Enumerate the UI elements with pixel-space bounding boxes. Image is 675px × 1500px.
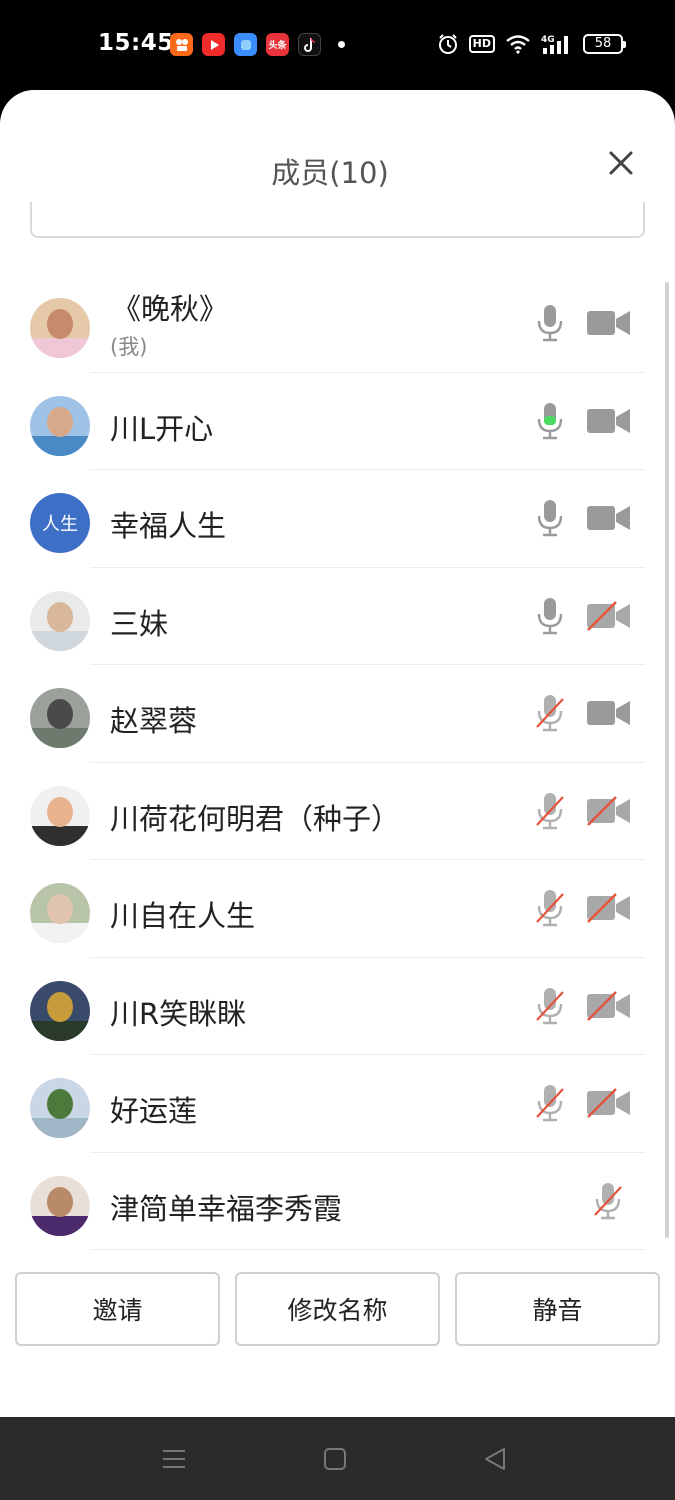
member-row[interactable]: 川荷花何明君（种子） xyxy=(0,763,675,860)
mute-all-button[interactable]: 静音 xyxy=(455,1272,660,1346)
menu-nav-button[interactable] xyxy=(160,1445,188,1473)
status-bar: 15:45 头条 HD 4G 58 xyxy=(0,0,675,90)
mic-muted-icon[interactable] xyxy=(533,888,567,928)
mic-icon[interactable] xyxy=(533,498,567,538)
tiktok-icon xyxy=(298,33,321,56)
member-name: 川荷花何明君（种子） xyxy=(110,801,401,836)
camera-icon[interactable] xyxy=(586,406,632,436)
avatar xyxy=(30,688,90,748)
members-sheet: 成员(10) 《晚秋》 (我) 川L开心人生 幸福人生 三妹 赵翠蓉 川荷花何明君（… xyxy=(0,90,675,1417)
invite-button[interactable]: 邀请 xyxy=(15,1272,220,1346)
mic-muted-icon[interactable] xyxy=(533,986,567,1026)
member-row[interactable]: 《晚秋》 (我) xyxy=(0,275,675,373)
back-nav-button[interactable] xyxy=(482,1445,510,1473)
member-name: 好运莲 xyxy=(110,1094,198,1128)
member-row[interactable]: 赵翠蓉 xyxy=(0,665,675,763)
member-list: 《晚秋》 (我) 川L开心人生 幸福人生 三妹 赵翠蓉 川荷花何明君（种子） 川自在… xyxy=(0,275,675,1250)
home-nav-button[interactable] xyxy=(321,1445,349,1473)
mic-muted-icon[interactable] xyxy=(591,1181,625,1221)
member-row[interactable]: 人生 幸福人生 xyxy=(0,470,675,568)
avatar xyxy=(30,395,90,456)
camera-off-icon[interactable] xyxy=(586,795,632,826)
close-icon xyxy=(609,151,633,175)
mic-muted-icon[interactable] xyxy=(533,693,567,733)
avatar xyxy=(30,298,90,358)
member-name: 川R笑眯眯 xyxy=(110,996,247,1031)
home-icon xyxy=(324,1448,346,1470)
member-row[interactable]: 川自在人生 xyxy=(0,860,675,958)
member-name: 川自在人生 xyxy=(110,899,256,933)
avatar xyxy=(30,590,90,651)
kuaishou-icon xyxy=(170,33,193,56)
member-self-label: (我) xyxy=(110,335,148,359)
scrollbar[interactable] xyxy=(665,282,669,1238)
back-icon xyxy=(485,1448,505,1470)
camera-off-icon[interactable] xyxy=(586,893,632,923)
camera-off-icon[interactable] xyxy=(586,990,632,1021)
avatar xyxy=(30,883,90,943)
avatar xyxy=(30,1078,90,1138)
member-row[interactable]: 川R笑眯眯 xyxy=(0,958,675,1055)
avatar xyxy=(30,1175,90,1236)
toutiao-label: 头条 xyxy=(268,41,287,51)
row-divider xyxy=(90,1249,645,1250)
mic-muted-icon[interactable] xyxy=(533,791,567,831)
camera-off-icon[interactable] xyxy=(586,600,632,631)
member-name: 川L开心 xyxy=(110,411,214,446)
close-button[interactable] xyxy=(604,146,638,180)
battery-icon: 58 xyxy=(583,34,626,54)
more-notifications-dot xyxy=(338,41,345,48)
navigation-bar xyxy=(0,1417,675,1500)
rename-button[interactable]: 修改名称 xyxy=(235,1272,440,1346)
camera-icon[interactable] xyxy=(586,308,632,338)
camera-icon[interactable] xyxy=(586,698,632,728)
wifi-icon xyxy=(505,32,531,56)
blue-app-icon xyxy=(234,33,257,56)
member-name: 幸福人生 xyxy=(110,509,227,543)
avatar: 人生 xyxy=(30,493,90,553)
system-icons: HD 4G 58 xyxy=(437,32,626,56)
member-row[interactable]: 好运莲 xyxy=(0,1055,675,1153)
hd-badge: HD xyxy=(468,35,495,53)
signal-4g-icon: 4G xyxy=(541,32,573,56)
menu-icon xyxy=(163,1450,185,1468)
member-name: 《晚秋》 xyxy=(112,292,229,326)
member-row[interactable]: 川L开心 xyxy=(0,373,675,470)
network-label: 4G xyxy=(541,35,555,45)
toutiao-icon: 头条 xyxy=(266,33,289,56)
member-name: 津简单幸福李秀霞 xyxy=(110,1191,343,1226)
avatar xyxy=(30,785,90,846)
notification-icons: 头条 xyxy=(170,33,345,56)
alarm-icon xyxy=(437,32,459,56)
battery-level: 58 xyxy=(594,36,612,51)
mic-muted-icon[interactable] xyxy=(533,1083,567,1123)
video-play-icon xyxy=(202,33,225,56)
member-name: 赵翠蓉 xyxy=(110,704,198,738)
mic-speaking-icon[interactable] xyxy=(533,401,567,441)
mic-icon[interactable] xyxy=(533,303,567,343)
avatar xyxy=(30,980,90,1041)
camera-off-icon[interactable] xyxy=(586,1088,632,1118)
member-name: 三妹 xyxy=(110,606,169,641)
member-row[interactable]: 三妹 xyxy=(0,568,675,665)
member-row[interactable]: 津简单幸福李秀霞 xyxy=(0,1153,675,1250)
mic-icon[interactable] xyxy=(533,596,567,636)
sheet-title: 成员(10) xyxy=(271,156,389,190)
search-box-edge[interactable] xyxy=(30,202,645,238)
status-time: 15:45 xyxy=(98,30,174,56)
camera-icon[interactable] xyxy=(586,503,632,533)
